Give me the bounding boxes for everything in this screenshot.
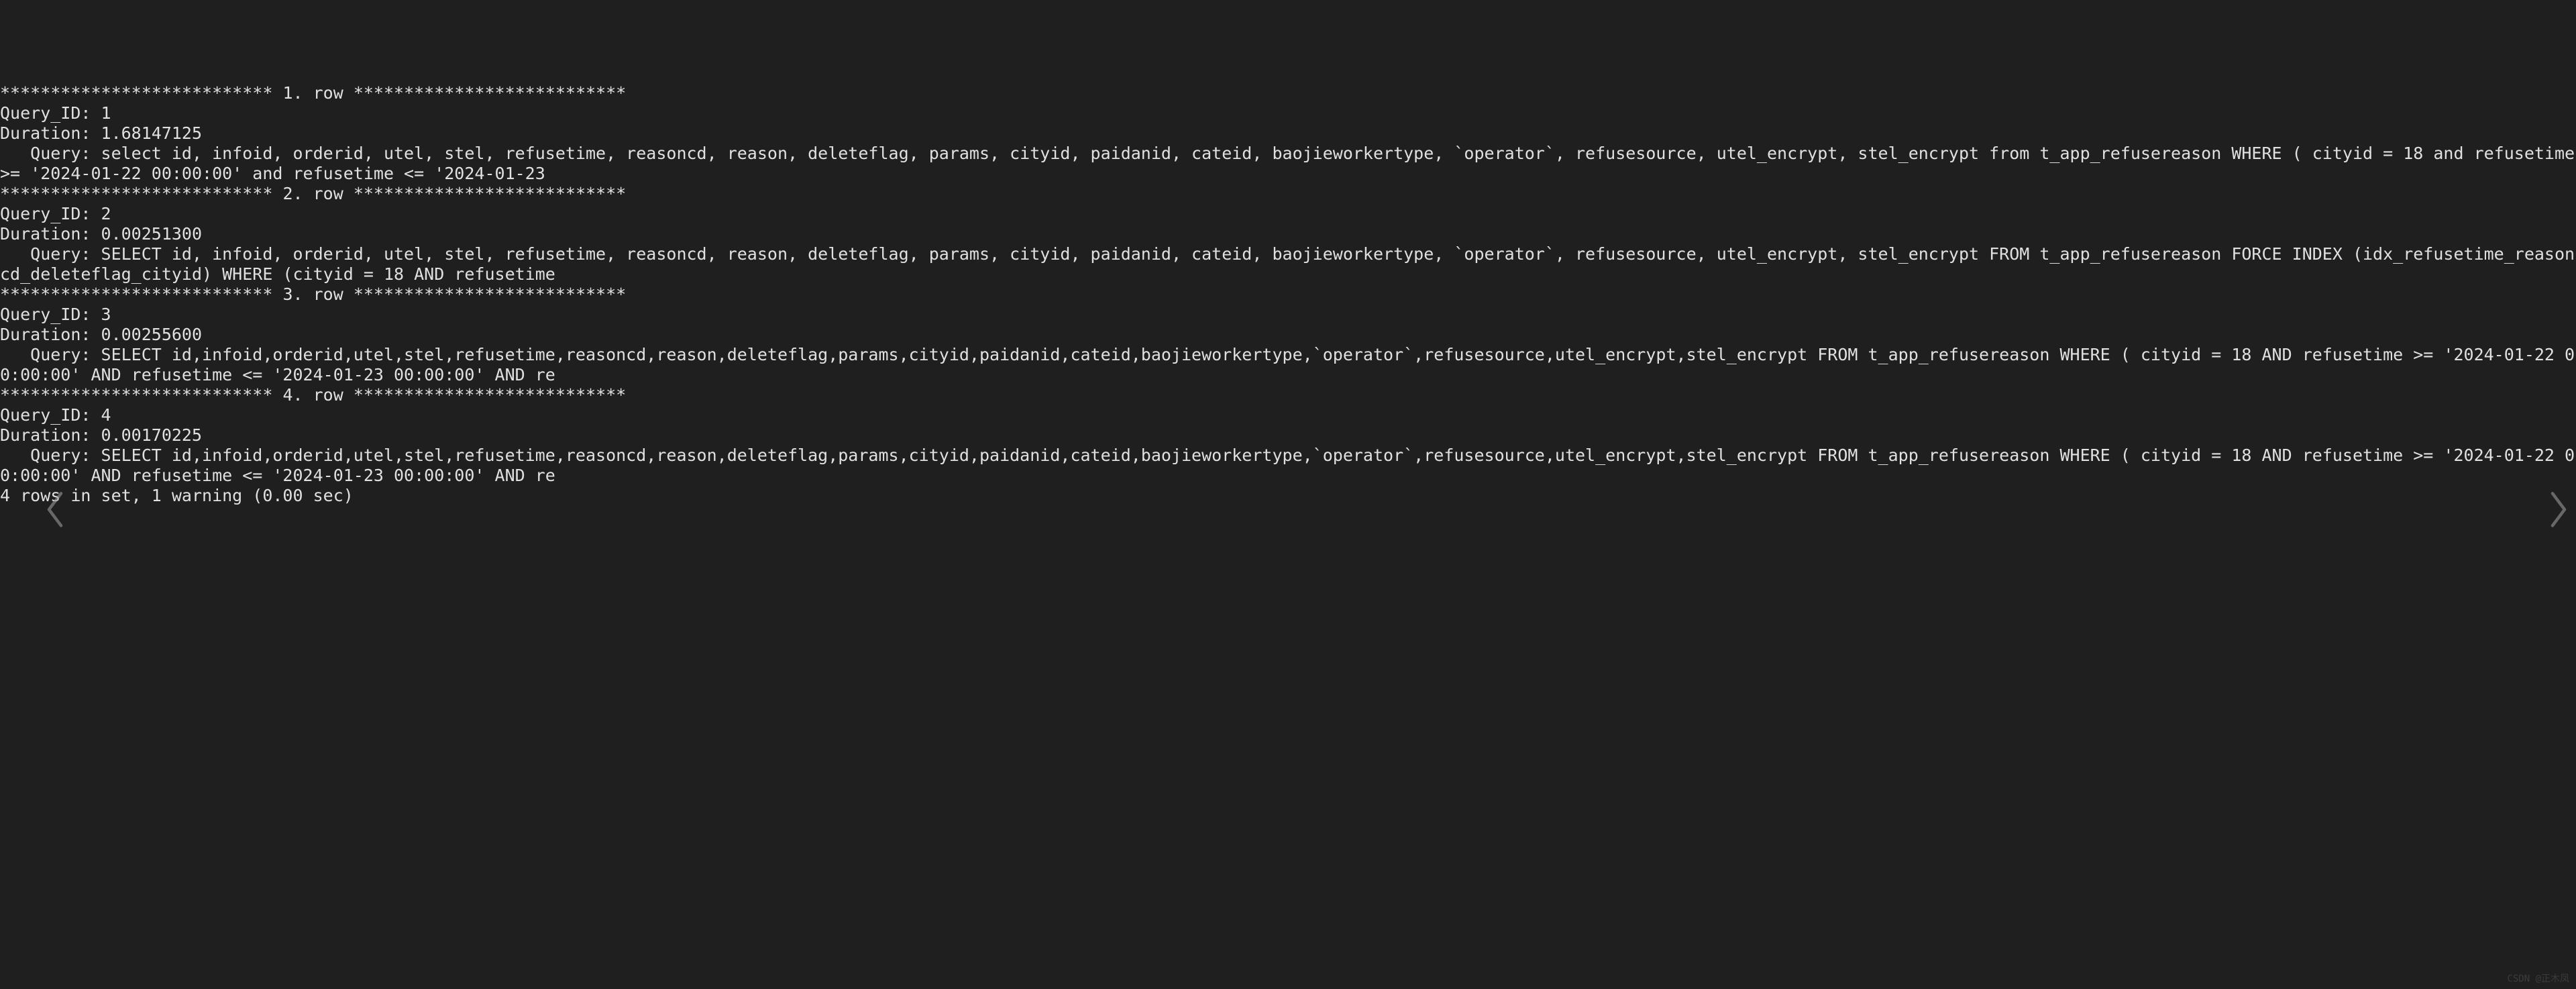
row-2-query-id: Query_ID: 2 [0, 204, 2576, 224]
row-4-query: Query: SELECT id,infoid,orderid,utel,ste… [0, 446, 2576, 486]
row-1-query-id: Query_ID: 1 [0, 103, 2576, 123]
row-1-duration: Duration: 1.68147125 [0, 123, 2576, 144]
row-3-duration: Duration: 0.00255600 [0, 325, 2576, 345]
row-2-duration: Duration: 0.00251300 [0, 224, 2576, 244]
terminal-output: *************************** 1. row *****… [0, 81, 2576, 506]
nav-arrow-right-icon[interactable] [2508, 450, 2571, 538]
row-4-divider: *************************** 4. row *****… [0, 385, 2576, 405]
result-footer: 4 rows in set, 1 warning (0.00 sec) [0, 486, 2576, 506]
row-4-query-id: Query_ID: 4 [0, 405, 2576, 425]
nav-arrow-left-icon[interactable] [4, 450, 67, 538]
watermark: CSDN @正木凤 [2507, 974, 2569, 985]
row-4-duration: Duration: 0.00170225 [0, 425, 2576, 446]
row-3-divider: *************************** 3. row *****… [0, 284, 2576, 305]
row-1-query: Query: select id, infoid, orderid, utel,… [0, 144, 2576, 184]
row-2-divider: *************************** 2. row *****… [0, 184, 2576, 204]
row-3-query-id: Query_ID: 3 [0, 305, 2576, 325]
row-1-divider: *************************** 1. row *****… [0, 83, 2576, 103]
row-3-query: Query: SELECT id,infoid,orderid,utel,ste… [0, 345, 2576, 385]
row-2-query: Query: SELECT id, infoid, orderid, utel,… [0, 244, 2576, 284]
